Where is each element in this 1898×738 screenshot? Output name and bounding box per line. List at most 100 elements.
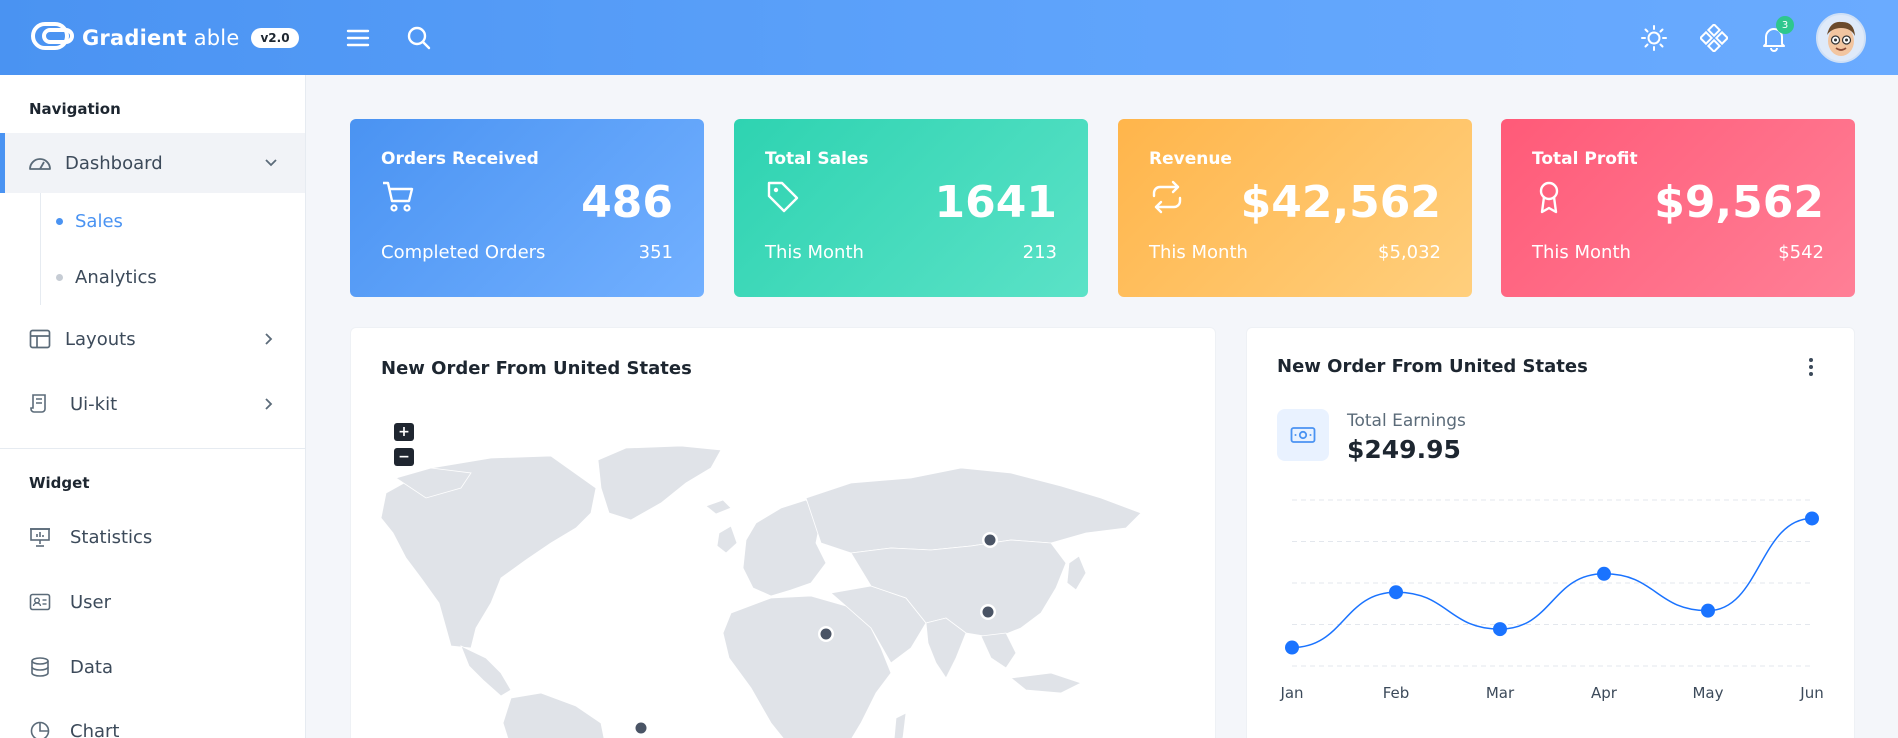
sidebar-item-user[interactable]: User: [0, 572, 305, 632]
stat-sub-label: This Month: [1149, 242, 1248, 263]
sidebar-item-label: User: [70, 591, 112, 613]
presentation-icon: [28, 525, 52, 549]
chart-x-tick-label: Jan: [1280, 684, 1304, 702]
sidebar-item-label: Chart: [70, 720, 120, 738]
stat-sub-label: This Month: [1532, 242, 1631, 263]
sidebar-item-statistics[interactable]: Statistics: [0, 507, 305, 567]
map-region-iceland: [705, 499, 732, 515]
widget-caption: Widget: [29, 474, 90, 492]
submenu-line: [40, 193, 41, 305]
map-region-russia: [805, 467, 1142, 554]
stat-sub-label: Completed Orders: [381, 242, 546, 263]
stat-sub-label: This Month: [765, 242, 864, 263]
map-region-southeast-asia: [980, 632, 1017, 669]
stat-value: $9,562: [1654, 177, 1824, 228]
sidebar-item-chart[interactable]: Chart: [0, 701, 305, 738]
stat-card-orders: Orders Received 486 Completed Orders 351: [350, 119, 704, 297]
sidebar-item-label: Data: [70, 656, 113, 678]
search-icon[interactable]: [403, 22, 435, 54]
map-marker-china[interactable]: [982, 606, 994, 618]
map-panel: New Order From United States + −: [350, 327, 1216, 738]
ui-kit-icon: [28, 392, 52, 416]
stat-title: Total Sales: [765, 149, 869, 169]
earnings-panel: New Order From United States Total Earni…: [1246, 327, 1855, 738]
chart-x-tick-label: Mar: [1485, 684, 1515, 702]
stat-card-revenue: Revenue $42,562 This Month $5,032: [1118, 119, 1472, 297]
world-map[interactable]: [351, 328, 1216, 738]
sidebar-item-label: Statistics: [70, 526, 153, 548]
version-badge: v2.0: [251, 28, 299, 48]
stat-value: 1641: [934, 177, 1057, 228]
chart-point-jun[interactable]: [1805, 511, 1819, 526]
stat-sub-value: 351: [638, 242, 673, 263]
map-region-central-america: [460, 645, 512, 697]
chart-x-tick-label: May: [1692, 684, 1724, 702]
user-card-icon: [28, 590, 52, 614]
sidebar-item-ui-kit[interactable]: Ui-kit: [0, 374, 305, 434]
award-icon: [1532, 179, 1568, 215]
map-region-south-america: [502, 692, 605, 738]
database-icon: [28, 655, 52, 679]
sun-icon[interactable]: [1638, 22, 1670, 54]
repeat-icon: [1149, 179, 1185, 215]
sidebar: Navigation Dashboard Sales Analytics Lay…: [0, 75, 306, 738]
logo-text: Gradient able: [82, 26, 240, 50]
menu-icon[interactable]: [342, 22, 374, 54]
stat-card-profit: Total Profit $9,562 This Month $542: [1501, 119, 1855, 297]
sidebar-item-layouts[interactable]: Layouts: [0, 309, 305, 369]
subitem-label: Sales: [75, 211, 123, 232]
chart-x-tick-label: Apr: [1591, 684, 1617, 702]
sidebar-subitem-analytics[interactable]: Analytics: [56, 267, 157, 288]
settings-diamond-icon[interactable]: [1698, 22, 1730, 54]
map-marker-egypt[interactable]: [820, 628, 832, 640]
chevron-right-icon: [264, 331, 280, 347]
map-marker-brazil[interactable]: [635, 722, 647, 734]
chevron-right-icon: [264, 396, 280, 412]
map-region-japan: [1066, 555, 1087, 591]
sidebar-item-data[interactable]: Data: [0, 637, 305, 697]
tag-icon: [765, 179, 801, 215]
chart-point-mar[interactable]: [1493, 622, 1507, 637]
stat-title: Revenue: [1149, 149, 1232, 169]
bell-icon[interactable]: 3: [1758, 16, 1794, 54]
avatar[interactable]: [1816, 13, 1866, 63]
chart-point-feb[interactable]: [1389, 585, 1403, 600]
subitem-label: Analytics: [75, 267, 157, 288]
brand-logo[interactable]: Gradient able v2.0: [30, 21, 299, 55]
notification-count-badge: 3: [1776, 16, 1794, 34]
active-dot-icon: [56, 218, 63, 225]
sidebar-item-label: Ui-kit: [70, 393, 118, 415]
sidebar-item-label: Dashboard: [65, 152, 163, 174]
chart-point-jan[interactable]: [1285, 640, 1299, 655]
dot-icon: [56, 274, 63, 281]
sidebar-item-dashboard[interactable]: Dashboard: [0, 133, 305, 193]
stat-sub-value: $542: [1778, 242, 1824, 263]
stat-value: $42,562: [1240, 177, 1441, 228]
pie-chart-icon: [28, 719, 52, 738]
stat-title: Orders Received: [381, 149, 539, 169]
chevron-down-icon: [264, 155, 280, 171]
sidebar-divider: [0, 448, 305, 449]
sidebar-item-label: Layouts: [65, 328, 136, 350]
chart-point-apr[interactable]: [1597, 566, 1611, 581]
map-region-indonesia: [1010, 672, 1083, 694]
stat-sub-value: $5,032: [1378, 242, 1441, 263]
cart-icon: [381, 179, 417, 215]
map-region-greenland: [597, 445, 722, 521]
map-marker-russia[interactable]: [984, 534, 996, 546]
dashboard-gauge-icon: [28, 151, 52, 175]
chart-x-tick-label: Feb: [1382, 684, 1410, 702]
map-region-madagascar: [893, 712, 907, 738]
map-region-uk: [716, 525, 738, 554]
top-header: Gradient able v2.0 3: [0, 0, 1898, 75]
navigation-caption: Navigation: [29, 100, 121, 118]
layout-icon: [28, 327, 52, 351]
stat-value: 486: [581, 177, 673, 228]
stat-sub-value: 213: [1022, 242, 1057, 263]
stat-card-sales: Total Sales 1641 This Month 213: [734, 119, 1088, 297]
logo-icon: [30, 21, 76, 55]
chart-x-tick-label: Jun: [1800, 684, 1824, 702]
sidebar-subitem-sales[interactable]: Sales: [56, 211, 123, 232]
chart-point-may[interactable]: [1701, 603, 1715, 618]
stat-title: Total Profit: [1532, 149, 1638, 169]
